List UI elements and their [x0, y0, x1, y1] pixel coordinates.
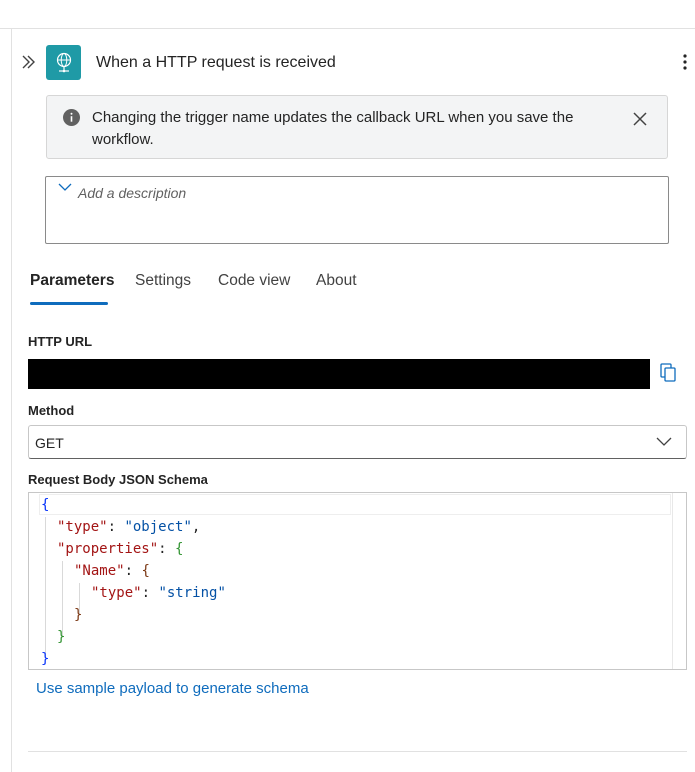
- code-brace: {: [175, 541, 184, 557]
- code-key: "properties": [57, 541, 159, 557]
- info-message-bar: Changing the trigger name updates the ca…: [46, 95, 668, 159]
- code-brace: }: [74, 607, 83, 623]
- description-placeholder: Add a description: [78, 185, 187, 201]
- top-divider: [0, 28, 695, 29]
- schema-label: Request Body JSON Schema: [28, 472, 208, 487]
- code-line: }: [57, 627, 65, 647]
- left-rail: [11, 29, 12, 772]
- tab-parameters[interactable]: Parameters: [30, 272, 114, 290]
- tab-settings[interactable]: Settings: [135, 272, 191, 290]
- close-icon: [633, 112, 647, 126]
- dismiss-info-button[interactable]: [631, 110, 649, 128]
- editor-scrollbar[interactable]: [672, 493, 686, 669]
- method-dropdown[interactable]: GET: [28, 425, 687, 459]
- current-line-highlight: [39, 494, 671, 515]
- code-brace: }: [41, 651, 50, 667]
- code-brace: }: [57, 629, 66, 645]
- trigger-title[interactable]: When a HTTP request is received: [96, 53, 336, 72]
- double-chevron-right-icon: [22, 55, 35, 69]
- description-input[interactable]: Add a description: [45, 176, 669, 244]
- code-brace: {: [141, 563, 150, 579]
- more-options-button[interactable]: [675, 52, 695, 74]
- active-tab-indicator: [30, 302, 108, 305]
- method-selected-value: GET: [35, 435, 64, 451]
- http-url-field[interactable]: [28, 359, 650, 389]
- schema-code-editor[interactable]: { "type": "object", "properties": { "Nam…: [28, 492, 687, 670]
- code-line: "Name": {: [74, 563, 150, 579]
- code-value: "object": [124, 519, 192, 535]
- indent-guide: [45, 517, 46, 657]
- tab-about[interactable]: About: [316, 272, 357, 290]
- indent-guide: [62, 561, 63, 637]
- code-line: "type": "string": [91, 585, 226, 601]
- copy-icon: [660, 363, 676, 382]
- globe-network-icon: [56, 52, 71, 72]
- info-icon: [63, 109, 80, 126]
- code-line: {: [41, 495, 49, 515]
- code-key: "Name": [74, 563, 125, 579]
- code-line: }: [41, 649, 49, 669]
- collapse-panel-button[interactable]: [20, 53, 38, 71]
- code-key: "type": [57, 519, 108, 535]
- tab-code-view[interactable]: Code view: [218, 272, 290, 290]
- code-brace: {: [41, 497, 50, 513]
- chevron-down-icon: [656, 437, 672, 446]
- info-message-text: Changing the trigger name updates the ca…: [92, 109, 574, 148]
- code-value: "string": [158, 585, 226, 601]
- code-key: "type": [91, 585, 142, 601]
- more-vertical-icon: [683, 54, 687, 70]
- http-url-label: HTTP URL: [28, 334, 93, 349]
- code-line: "properties": {: [57, 541, 184, 557]
- chevron-down-icon: [58, 183, 72, 191]
- use-sample-payload-link[interactable]: Use sample payload to generate schema: [36, 680, 309, 697]
- bottom-divider: [28, 751, 687, 752]
- code-line: "type": "object",: [57, 519, 201, 535]
- copy-url-button[interactable]: [658, 362, 680, 384]
- trigger-icon: [46, 45, 81, 80]
- code-line: }: [74, 605, 82, 625]
- method-label: Method: [28, 403, 75, 418]
